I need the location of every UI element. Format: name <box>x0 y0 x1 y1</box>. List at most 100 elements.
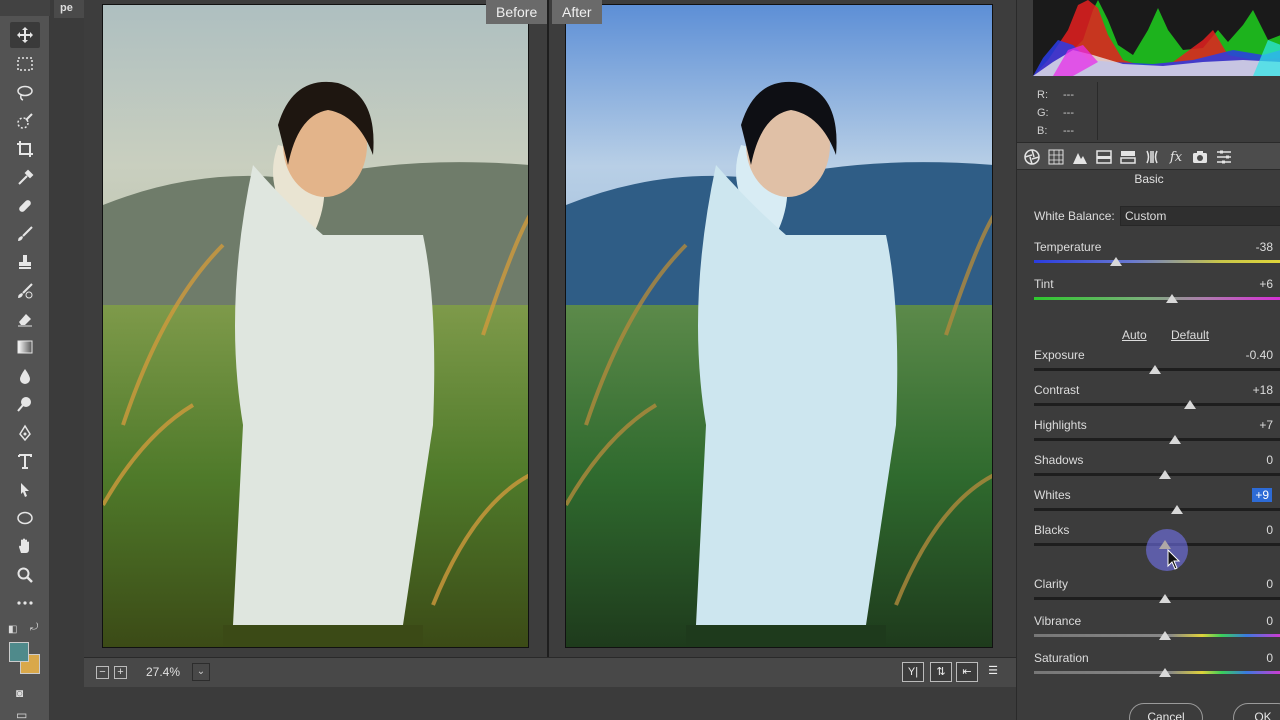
slider-track[interactable] <box>1034 671 1280 674</box>
slider-thumb[interactable] <box>1166 294 1179 303</box>
slider-thumb[interactable] <box>1158 631 1171 640</box>
healing-brush-tool-icon[interactable] <box>10 193 40 219</box>
tab-effects-fx-icon[interactable]: fx <box>1167 148 1185 166</box>
tab-split-toning-icon[interactable] <box>1119 148 1137 166</box>
slider-track[interactable] <box>1034 260 1280 263</box>
tab-hsl-icon[interactable] <box>1095 148 1113 166</box>
slider-clarity[interactable]: Clarity 0 <box>1034 577 1280 607</box>
slider-track[interactable] <box>1034 634 1280 637</box>
pen-tool-icon[interactable] <box>10 420 40 446</box>
slider-temperature[interactable]: Temperature -38 <box>1034 240 1280 270</box>
zoom-tool-icon[interactable] <box>10 562 40 588</box>
slider-track[interactable] <box>1034 473 1280 476</box>
b-value: --- <box>1063 125 1074 137</box>
eraser-tool-icon[interactable] <box>10 306 40 332</box>
white-balance-select[interactable]: Custom <box>1120 206 1280 226</box>
tab-tone-curve-icon[interactable] <box>1047 148 1065 166</box>
slider-value-field[interactable]: 0 <box>1266 453 1273 467</box>
swap-colors-icon[interactable]: ⤾ <box>30 622 38 633</box>
tools-panel: ◧ ⤾ ◙ ▭ <box>0 0 50 720</box>
copy-settings-icon[interactable]: ⇤ <box>956 662 978 682</box>
rgb-readout: R: --- G: --- B: --- <box>1037 86 1089 140</box>
type-tool-icon[interactable] <box>10 448 40 474</box>
ellipse-tool-icon[interactable] <box>10 505 40 531</box>
slider-value-field[interactable]: 0 <box>1266 577 1273 591</box>
slider-value-field[interactable]: 0 <box>1266 651 1273 665</box>
blur-tool-icon[interactable] <box>10 363 40 389</box>
slider-vibrance[interactable]: Vibrance 0 <box>1034 614 1280 644</box>
foreground-color-swatch[interactable] <box>9 642 29 662</box>
tab-presets-sliders-icon[interactable] <box>1215 148 1233 166</box>
history-brush-tool-icon[interactable] <box>10 278 40 304</box>
slider-value-field[interactable]: +9 <box>1252 488 1272 502</box>
after-photo <box>565 4 993 648</box>
marquee-tool-icon[interactable] <box>10 51 40 77</box>
slider-value-field[interactable]: 0 <box>1266 523 1273 537</box>
slider-value-field[interactable]: +18 <box>1253 383 1273 397</box>
more-tools-icon[interactable] <box>10 590 40 616</box>
slider-thumb[interactable] <box>1158 668 1171 677</box>
g-label: G: <box>1037 107 1049 119</box>
slider-value-field[interactable]: 0 <box>1266 614 1273 628</box>
quick-mask-icon[interactable]: ◙ <box>16 686 23 700</box>
document-tab[interactable]: pe <box>54 0 84 18</box>
default-colors-icon[interactable]: ◧ <box>8 624 17 635</box>
gradient-tool-icon[interactable] <box>10 334 40 360</box>
swap-before-after-icon[interactable]: ⇅ <box>930 662 952 682</box>
slider-whites[interactable]: Whites +9 <box>1034 488 1280 518</box>
brush-tool-icon[interactable] <box>10 221 40 247</box>
screen-mode-icon[interactable]: ▭ <box>16 708 27 720</box>
zoom-in-button[interactable]: + <box>114 666 127 679</box>
slider-thumb[interactable] <box>1171 505 1184 514</box>
tab-basic-aperture-icon[interactable] <box>1023 148 1041 166</box>
slider-value-field[interactable]: -0.40 <box>1246 348 1273 362</box>
slider-thumb[interactable] <box>1149 365 1162 374</box>
tab-detail-icon[interactable] <box>1071 148 1089 166</box>
slider-exposure[interactable]: Exposure -0.40 <box>1034 348 1280 378</box>
slider-highlights[interactable]: Highlights +7 <box>1034 418 1280 448</box>
path-selection-tool-icon[interactable] <box>10 477 40 503</box>
slider-thumb[interactable] <box>1158 470 1171 479</box>
canvas-gutter <box>50 0 84 720</box>
slider-label: Contrast <box>1034 383 1080 397</box>
section-title: Basic <box>1134 172 1164 186</box>
slider-saturation[interactable]: Saturation 0 <box>1034 651 1280 681</box>
ok-button[interactable]: OK <box>1233 703 1280 720</box>
move-tool-icon[interactable] <box>10 22 40 48</box>
dodge-tool-icon[interactable] <box>10 391 40 417</box>
zoom-dropdown-chevron-icon[interactable]: ⌄ <box>192 663 210 681</box>
slider-track[interactable] <box>1034 597 1280 600</box>
hand-tool-icon[interactable] <box>10 533 40 559</box>
quick-selection-tool-icon[interactable] <box>10 108 40 134</box>
slider-track[interactable] <box>1034 438 1280 441</box>
eyedropper-tool-icon[interactable] <box>10 165 40 191</box>
slider-track[interactable] <box>1034 508 1280 511</box>
slider-value-field[interactable]: +6 <box>1259 277 1273 291</box>
tab-lens-corrections-icon[interactable] <box>1143 148 1161 166</box>
before-after-view-icon[interactable]: Y| <box>902 662 924 682</box>
slider-track[interactable] <box>1034 403 1280 406</box>
slider-tint[interactable]: Tint +6 <box>1034 277 1280 307</box>
slider-track[interactable] <box>1034 297 1280 300</box>
lasso-tool-icon[interactable] <box>10 80 40 106</box>
preview-preferences-icon[interactable]: ☰ <box>982 662 1004 682</box>
default-link[interactable]: Default <box>1171 328 1209 342</box>
tab-camera-calibration-icon[interactable] <box>1191 148 1209 166</box>
slider-thumb[interactable] <box>1109 257 1122 266</box>
cancel-button[interactable]: Cancel <box>1129 703 1203 720</box>
slider-label: Shadows <box>1034 453 1084 467</box>
auto-link[interactable]: Auto <box>1122 328 1147 342</box>
slider-thumb[interactable] <box>1183 400 1196 409</box>
slider-shadows[interactable]: Shadows 0 <box>1034 453 1280 483</box>
slider-value-field[interactable]: -38 <box>1256 240 1273 254</box>
zoom-out-button[interactable]: − <box>96 666 109 679</box>
slider-value-field[interactable]: +7 <box>1259 418 1273 432</box>
crop-tool-icon[interactable] <box>10 136 40 162</box>
slider-contrast[interactable]: Contrast +18 <box>1034 383 1280 413</box>
slider-thumb[interactable] <box>1168 435 1181 444</box>
slider-thumb[interactable] <box>1158 594 1171 603</box>
readout-divider <box>1097 82 1098 140</box>
slider-label: Whites <box>1034 488 1071 502</box>
before-photo <box>102 4 529 648</box>
stamp-tool-icon[interactable] <box>10 249 40 275</box>
